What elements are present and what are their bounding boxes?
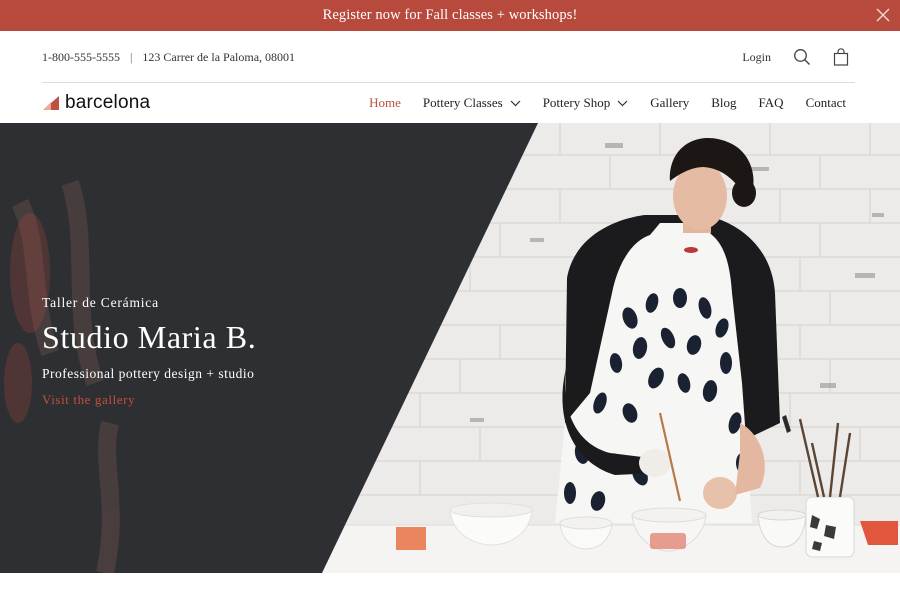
nav-item-label: Gallery <box>650 95 690 110</box>
nav-item-label: FAQ <box>758 95 784 110</box>
nav-item-home[interactable]: Home <box>369 95 401 111</box>
hero-subtitle: Professional pottery design + studio <box>42 366 255 381</box>
hero-title: Studio Maria B. <box>42 319 257 355</box>
phone-number[interactable]: 1-800-555-5555 <box>42 50 120 65</box>
utility-bar: 1-800-555-5555 | 123 Carrer de la Paloma… <box>42 31 857 83</box>
nav-item-label: Home <box>369 95 401 110</box>
nav-item-label: Contact <box>805 95 846 110</box>
brand-logo-icon <box>43 96 59 110</box>
brand-name: barcelona <box>65 92 151 113</box>
header-actions: Login <box>742 48 857 66</box>
nav-item-label: Pottery Classes <box>422 95 503 110</box>
announcement-bar: Register now for Fall classes + workshop… <box>0 0 900 31</box>
address: 123 Carrer de la Paloma, 08001 <box>142 49 296 64</box>
chevron-down-icon <box>510 100 521 106</box>
nav-menu: Home Pottery Classes Pottery Shop Galler… <box>369 95 857 111</box>
shopping-bag-icon[interactable] <box>833 48 849 66</box>
brand-logo[interactable]: barcelona <box>42 92 150 114</box>
close-icon[interactable] <box>874 6 892 24</box>
main-navigation: barcelona Home Pottery Classes Pottery S… <box>42 84 857 122</box>
chevron-down-icon <box>617 100 628 106</box>
contact-info: 1-800-555-5555 | 123 Carrer de la Paloma… <box>42 50 295 65</box>
next-section-edge <box>0 573 900 593</box>
header-divider <box>42 82 855 83</box>
announcement-text[interactable]: Register now for Fall classes + workshop… <box>323 7 578 24</box>
search-icon[interactable] <box>793 48 811 66</box>
contact-separator: | <box>130 49 133 64</box>
nav-item-faq[interactable]: FAQ <box>759 95 784 111</box>
nav-item-blog[interactable]: Blog <box>711 95 736 111</box>
login-link[interactable]: Login <box>742 50 771 65</box>
hero-kicker: Taller de Cerámica <box>42 295 159 310</box>
nav-item-gallery[interactable]: Gallery <box>650 95 689 111</box>
nav-item-pottery-shop[interactable]: Pottery Shop <box>543 95 629 111</box>
nav-item-label: Pottery Shop <box>542 95 611 110</box>
nav-item-pottery-classes[interactable]: Pottery Classes <box>423 95 521 111</box>
hero-section: Taller de Cerámica Studio Maria B. Profe… <box>0 123 900 573</box>
hero-content: Taller de Cerámica Studio Maria B. Profe… <box>42 295 256 409</box>
nav-item-contact[interactable]: Contact <box>806 95 846 111</box>
visit-gallery-link[interactable]: Visit the gallery <box>42 392 135 408</box>
nav-item-label: Blog <box>711 95 737 110</box>
